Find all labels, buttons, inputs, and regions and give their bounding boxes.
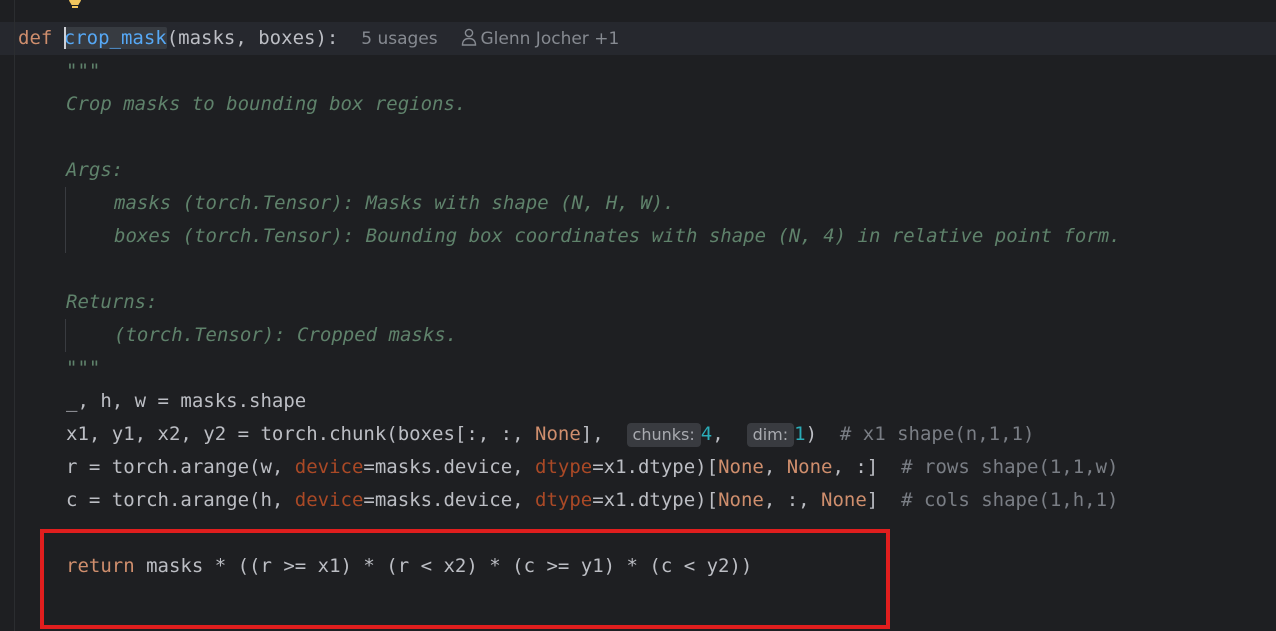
code-text: =x1.dtype)[ <box>592 489 719 511</box>
code-text: =masks.device, <box>363 489 536 511</box>
text-caret <box>63 26 66 49</box>
code-text: r = torch.arange(w, <box>66 456 295 478</box>
kwarg-name: dtype <box>535 456 593 478</box>
docstring-summary: Crop masks to bounding box regions. <box>66 93 467 115</box>
param-hint-dim: dim: <box>746 423 795 447</box>
number-literal: 4 <box>700 423 713 445</box>
kwarg-name: device <box>294 489 364 511</box>
docstring-returns-header: Returns: <box>66 291 158 313</box>
code-text: ], <box>580 423 616 445</box>
annotation-highlight-box <box>40 529 890 629</box>
lightbulb-icon[interactable] <box>68 0 82 10</box>
code-line-chunk[interactable]: x1, y1, x2, y2 = torch.chunk(boxes[:, :,… <box>66 418 1034 451</box>
none-keyword: None <box>718 489 764 511</box>
code-text: x1, y1, x2, y2 = torch.chunk(boxes[:, :, <box>66 423 535 445</box>
docstring-close: """ <box>66 357 101 379</box>
code-comment: # rows shape(1,1,w) <box>878 456 1119 478</box>
number-literal: 1 <box>794 423 806 445</box>
code-text: =x1.dtype)[ <box>592 456 719 478</box>
code-line-def[interactable]: def crop_mask(masks, boxes): 5 usages Gl… <box>18 22 619 55</box>
code-text: , :] <box>832 456 879 478</box>
param-hint-chunks: chunks: <box>626 423 701 447</box>
indent-guide <box>65 319 66 352</box>
indent-guide <box>65 187 66 253</box>
docstring-returns-desc: (torch.Tensor): Cropped masks. <box>114 324 458 346</box>
none-keyword: None <box>821 489 867 511</box>
docstring-open: """ <box>66 60 101 82</box>
none-keyword: None <box>786 456 833 478</box>
code-text: ] <box>866 489 879 511</box>
docstring-arg-boxes: boxes (torch.Tensor): Bounding box coord… <box>114 225 1121 247</box>
function-name[interactable]: crop_mask <box>63 27 167 49</box>
code-text: =masks.device, <box>363 456 536 478</box>
author-link[interactable]: Glenn Jocher +1 <box>461 28 620 49</box>
kwarg-name: device <box>294 456 364 478</box>
docstring-arg-masks: masks (torch.Tensor): Masks with shape (… <box>114 192 675 214</box>
gutter-divider <box>14 0 15 631</box>
code-text: ) <box>805 423 818 445</box>
code-text: , <box>712 423 736 445</box>
code-text: , :, <box>763 489 822 511</box>
person-icon <box>461 28 476 46</box>
kwarg-name: dtype <box>535 489 593 511</box>
code-line-cols[interactable]: c = torch.arange(h, device=masks.device,… <box>66 484 1118 517</box>
function-params: (masks, boxes): <box>166 27 339 49</box>
code-editor[interactable]: def crop_mask(masks, boxes): 5 usages Gl… <box>0 0 1276 631</box>
code-comment: # cols shape(1,h,1) <box>878 489 1119 511</box>
code-line-shape[interactable]: _, h, w = masks.shape <box>66 385 306 418</box>
code-text: c = torch.arange(h, <box>66 489 295 511</box>
docstring-args-header: Args: <box>66 159 124 181</box>
code-text: , <box>763 456 787 478</box>
none-keyword: None <box>535 423 581 445</box>
author-name: Glenn Jocher +1 <box>480 29 620 49</box>
none-keyword: None <box>718 456 764 478</box>
def-keyword: def <box>18 27 53 49</box>
code-line-rows[interactable]: r = torch.arange(w, device=masks.device,… <box>66 451 1118 484</box>
code-comment: # x1 shape(n,1,1) <box>817 423 1035 445</box>
usages-link[interactable]: 5 usages <box>361 29 437 49</box>
